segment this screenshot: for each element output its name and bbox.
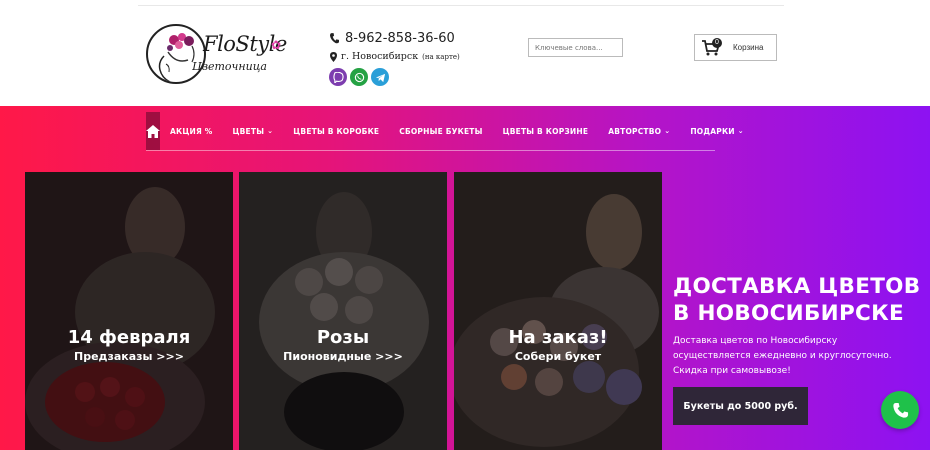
map-marker-icon [330, 51, 337, 62]
promo-card-february[interactable]: 14 февраля Предзаказы >>> [25, 172, 233, 450]
card-title: Розы [316, 327, 370, 348]
nav-label: ЦВЕТЫ В КОРОБКЕ [293, 126, 380, 136]
chevron-down-icon: ⌄ [737, 127, 744, 135]
nav-item-gifts[interactable]: ПОДАРКИ ⌄ [680, 127, 754, 136]
flower-accent-icon: ✿ [271, 38, 282, 52]
nav-item-sale[interactable]: АКЦИЯ % [160, 127, 222, 136]
nav-item-flowers-in-basket[interactable]: ЦВЕТЫ В КОРЗИНЕ [493, 127, 599, 136]
promo-card-roses[interactable]: Розы Пионовидные >>> [239, 172, 447, 450]
home-button[interactable] [146, 112, 160, 150]
main-nav: АКЦИЯ % ЦВЕТЫ ⌄ ЦВЕТЫ В КОРОБКЕ СБОРНЫЕ Б… [146, 112, 744, 151]
logo-emblem [146, 24, 206, 84]
map-link[interactable]: (на карте) [422, 53, 460, 61]
cart-count-badge: 0 [712, 38, 722, 48]
nav-item-flowers[interactable]: ЦВЕТЫ ⌄ [222, 127, 283, 136]
nav-label: ПОДАРКИ [690, 126, 735, 136]
viber-icon[interactable] [329, 68, 347, 86]
nav-label: СБОРНЫЕ БУКЕТЫ [399, 126, 483, 136]
phone-icon [892, 402, 908, 418]
phone-label: 8-962-858-36-60 [345, 31, 455, 46]
nav-label: АВТОРСТВО [608, 126, 662, 136]
promo-text-line: осуществляется ежедневно и круглосуточно… [673, 351, 892, 361]
promo-title-line: В НОВОСИБИРСКЕ [673, 301, 904, 326]
phone-number[interactable]: 8-962-858-36-60 [330, 31, 455, 46]
search-input[interactable] [528, 38, 623, 57]
header-divider [138, 5, 784, 6]
promo-description: Доставка цветов по Новосибирску осуществ… [673, 334, 913, 379]
call-button[interactable] [881, 391, 919, 429]
card-image [25, 172, 233, 450]
card-subtitle: Предзаказы >>> [74, 350, 184, 363]
card-title: На заказ! [508, 327, 608, 348]
nav-label: АКЦИЯ % [170, 126, 213, 136]
card-image [454, 172, 662, 450]
chevron-down-icon: ⌄ [267, 127, 274, 135]
page: FloStyle ✿ Цветочница 8-962-858-36-60 г.… [0, 0, 930, 450]
cart-button[interactable]: 0 Корзина [694, 34, 777, 61]
cart-label: Корзина [733, 43, 764, 52]
card-subtitle: Собери букет [514, 350, 602, 363]
phone-icon [330, 33, 339, 44]
nav-label: ЦВЕТЫ В КОРЗИНЕ [502, 126, 589, 136]
promo-title-line: ДОСТАВКА ЦВЕТОВ [673, 274, 921, 299]
bouquets-under-5000-button[interactable]: Букеты до 5000 руб. [673, 387, 808, 425]
promo-text-line: Доставка цветов по Новосибирску [673, 336, 838, 346]
logo-subtitle: Цветочница [192, 60, 267, 73]
address: г. Новосибирск (на карте) [330, 51, 460, 62]
whatsapp-icon[interactable] [350, 68, 368, 86]
nav-item-flowers-in-box[interactable]: ЦВЕТЫ В КОРОБКЕ [283, 127, 389, 136]
home-icon [146, 124, 160, 138]
promo-card-custom[interactable]: На заказ! Собери букет [454, 172, 662, 450]
nav-item-author[interactable]: АВТОРСТВО ⌄ [598, 127, 680, 136]
nav-label: ЦВЕТЫ [232, 126, 265, 136]
hero-section: АКЦИЯ % ЦВЕТЫ ⌄ ЦВЕТЫ В КОРОБКЕ СБОРНЫЕ Б… [0, 106, 930, 450]
woman-silhouette-icon [158, 55, 171, 82]
card-title: 14 февраля [67, 327, 191, 348]
logo[interactable]: FloStyle ✿ Цветочница [146, 24, 287, 86]
city-label: г. Новосибирск [341, 51, 419, 62]
promo-text-line: Скидка при самовывозе! [673, 366, 791, 376]
card-image [239, 172, 447, 450]
chevron-down-icon: ⌄ [664, 127, 671, 135]
promo-title: ДОСТАВКА ЦВЕТОВ В НОВОСИБИРСКЕ [673, 273, 920, 327]
nav-item-mixed-bouquets[interactable]: СБОРНЫЕ БУКЕТЫ [389, 127, 492, 136]
telegram-icon[interactable] [371, 68, 389, 86]
card-subtitle: Пионовидные >>> [283, 350, 403, 363]
messengers [329, 68, 389, 86]
